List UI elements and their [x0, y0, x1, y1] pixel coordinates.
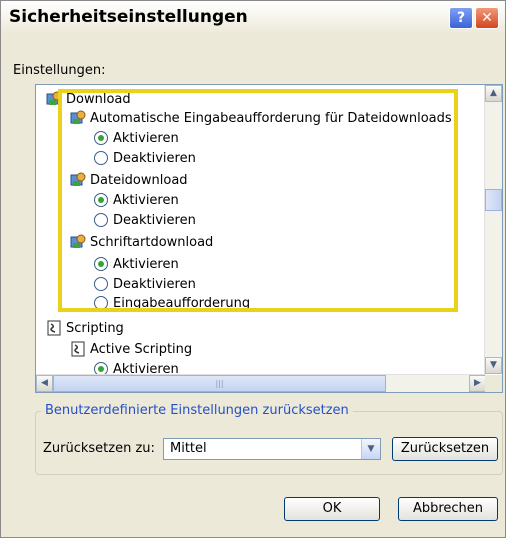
- radio-file-download-enable[interactable]: Aktivieren: [94, 190, 179, 210]
- scroll-left-button[interactable]: ◀: [36, 375, 53, 392]
- reset-group-title: Benutzerdefinierte Einstellungen zurücks…: [41, 403, 353, 418]
- reset-to-label: Zurücksetzen zu:: [43, 441, 155, 456]
- help-button[interactable]: ?: [449, 7, 473, 29]
- radio-label: Aktivieren: [113, 256, 179, 272]
- radio-label: Eingabeaufforderung: [113, 295, 251, 311]
- radio-font-download-disable[interactable]: Deaktivieren: [94, 274, 196, 294]
- tree-item-label: Schriftartdownload: [90, 234, 214, 250]
- radio-auto-prompt-disable[interactable]: Deaktivieren: [94, 148, 196, 168]
- settings-gear-icon: [46, 91, 62, 105]
- window-title: Sicherheitseinstellungen: [9, 7, 248, 27]
- tree-item-label: Download: [66, 91, 131, 107]
- radio-unselected-icon: [94, 213, 108, 227]
- chevron-down-icon[interactable]: ▼: [361, 439, 380, 459]
- radio-label: Deaktivieren: [113, 150, 196, 166]
- settings-tree[interactable]: Download Automatische Eingabeaufforderun…: [35, 84, 503, 393]
- tree-item-file-download[interactable]: Dateidownload: [70, 170, 188, 190]
- close-button[interactable]: ✕: [475, 7, 499, 29]
- tree-item-label: Scripting: [66, 320, 124, 336]
- vertical-scrollbar[interactable]: ▲ ▼: [484, 85, 502, 374]
- reset-level-value: Mittel: [170, 441, 207, 456]
- tree-item-label: Dateidownload: [90, 172, 188, 188]
- scroll-up-button[interactable]: ▲: [485, 85, 502, 102]
- radio-selected-icon: [94, 257, 108, 271]
- radio-selected-icon: [94, 131, 108, 145]
- settings-gear-icon: [70, 172, 86, 186]
- horizontal-scrollbar[interactable]: ◀ ||| ▶: [36, 374, 486, 392]
- scroll-right-button[interactable]: ▶: [469, 375, 486, 392]
- tree-item-label: Active Scripting: [90, 341, 193, 357]
- script-document-icon: [47, 320, 61, 336]
- radio-font-download-prompt[interactable]: Eingabeaufforderung: [94, 293, 250, 313]
- radio-unselected-icon: [94, 151, 108, 165]
- settings-gear-icon: [70, 110, 86, 124]
- cancel-button[interactable]: Abbrechen: [398, 497, 498, 521]
- settings-gear-icon: [70, 234, 86, 248]
- radio-auto-prompt-enable[interactable]: Aktivieren: [94, 128, 179, 148]
- tree-item-active-scripting[interactable]: Active Scripting: [70, 339, 192, 359]
- horizontal-scroll-thumb[interactable]: |||: [53, 375, 386, 392]
- vertical-scroll-thumb[interactable]: [485, 189, 502, 211]
- scrollbar-corner: [485, 375, 502, 392]
- radio-label: Aktivieren: [113, 130, 179, 146]
- radio-file-download-disable[interactable]: Deaktivieren: [94, 210, 196, 230]
- radio-font-download-enable[interactable]: Aktivieren: [94, 254, 179, 274]
- ok-button[interactable]: OK: [284, 497, 380, 521]
- scroll-down-button[interactable]: ▼: [485, 357, 502, 374]
- radio-unselected-icon: [94, 277, 108, 291]
- tree-item-download[interactable]: Download: [46, 89, 131, 109]
- script-document-icon: [71, 341, 85, 357]
- radio-selected-icon: [94, 193, 108, 207]
- tree-item-auto-prompt[interactable]: Automatische Eingabeaufforderung für Dat…: [70, 108, 452, 128]
- tree-item-font-download[interactable]: Schriftartdownload: [70, 232, 213, 252]
- reset-button[interactable]: Zurücksetzen: [392, 437, 498, 461]
- security-settings-dialog: Sicherheitseinstellungen ? ✕ Einstellung…: [0, 0, 506, 538]
- radio-unselected-icon: [94, 296, 108, 310]
- settings-label: Einstellungen:: [13, 63, 106, 78]
- tree-item-scripting[interactable]: Scripting: [46, 318, 124, 338]
- reset-level-select[interactable]: Mittel ▼: [163, 438, 381, 460]
- radio-label: Deaktivieren: [113, 212, 196, 228]
- title-bar[interactable]: Sicherheitseinstellungen ? ✕: [1, 1, 505, 35]
- radio-label: Aktivieren: [113, 192, 179, 208]
- radio-label: Deaktivieren: [113, 276, 196, 292]
- tree-item-label: Automatische Eingabeaufforderung für Dat…: [90, 110, 452, 126]
